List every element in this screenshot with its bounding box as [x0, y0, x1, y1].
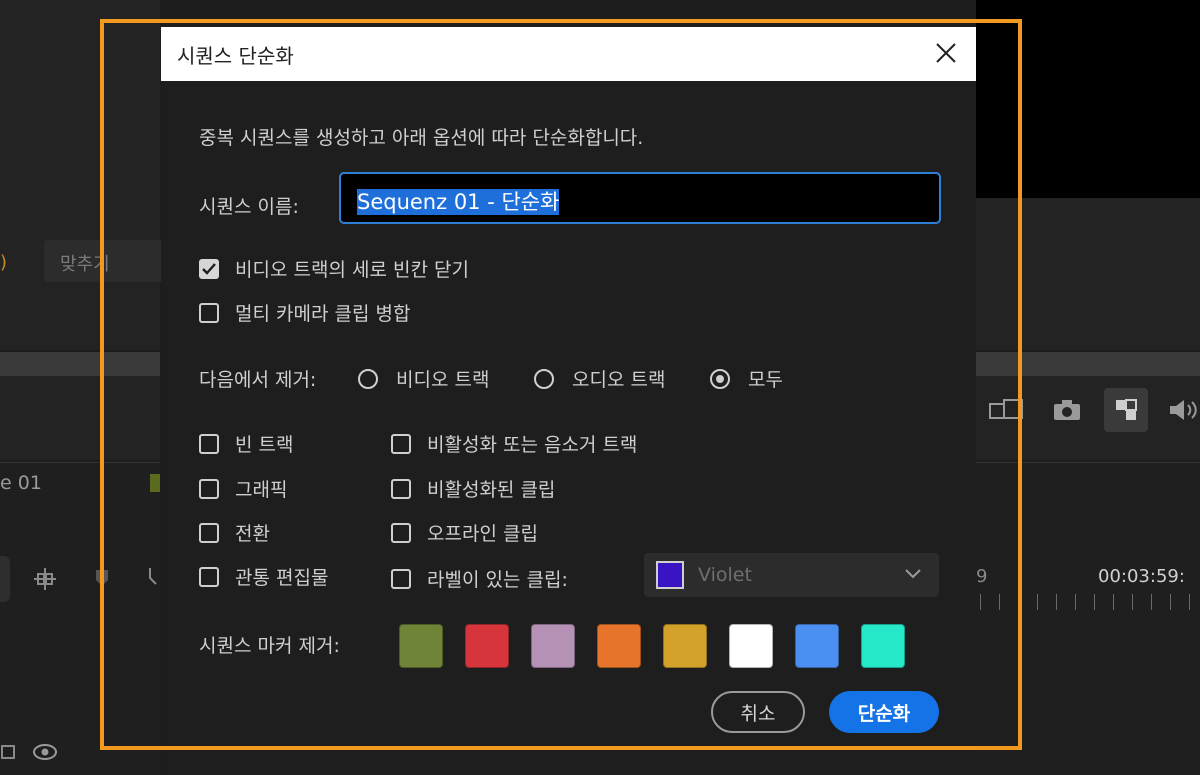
- offline-clips-label: 오프라인 클립: [427, 523, 538, 545]
- close-gaps-checkbox[interactable]: [199, 258, 219, 279]
- marker-icon[interactable]: [148, 564, 160, 594]
- scrub-bar-right[interactable]: [976, 352, 1200, 376]
- remove-from-label: 다음에서 제거:: [199, 369, 317, 391]
- merge-multicam-option[interactable]: 멀티 카메라 클립 병합: [199, 299, 410, 326]
- transitions-label: 전환: [235, 523, 270, 545]
- radio-selected-dot: [716, 374, 724, 383]
- disabled-muted-tracks-checkbox[interactable]: [391, 433, 411, 454]
- disabled-muted-tracks-option[interactable]: 비활성화 또는 음소거 트랙: [391, 430, 637, 457]
- offline-clips-option[interactable]: 오프라인 클립: [391, 519, 538, 546]
- marker-swatch-rose[interactable]: [531, 624, 575, 668]
- simplify-sequence-dialog: 시퀀스 단순화 중복 시퀀스를 생성하고 아래 옵션에 따라 단순화합니다. 시…: [161, 27, 976, 775]
- dialog-title: 시퀀스 단순화: [177, 43, 294, 68]
- label-color-value: Violet: [698, 564, 752, 586]
- marker-swatch-red[interactable]: [465, 624, 509, 668]
- radio-video-tracks-circle[interactable]: [358, 368, 378, 389]
- marker-swatch-orange[interactable]: [597, 624, 641, 668]
- scrub-bar-left[interactable]: [0, 352, 160, 376]
- eye-icon[interactable]: [32, 742, 58, 768]
- fit-dropdown[interactable]: 맞추기: [44, 240, 164, 282]
- monitor-toolbar-left: [0, 376, 160, 460]
- marker-swatch-blue[interactable]: [795, 624, 839, 668]
- merge-multicam-checkbox[interactable]: [199, 302, 219, 323]
- timecode-fragment: 9: [976, 566, 988, 587]
- time-ruler[interactable]: [980, 594, 1200, 610]
- timeline-tool-button[interactable]: [0, 556, 10, 602]
- marker-swatch-green[interactable]: [399, 624, 443, 668]
- sequence-name-value: Sequenz 01 - 단순화: [357, 189, 560, 215]
- through-edits-checkbox[interactable]: [199, 566, 219, 587]
- export-frame-icon[interactable]: [988, 396, 1026, 428]
- marker-swatch-yellow[interactable]: [663, 624, 707, 668]
- timeline-panel-right: [976, 462, 1200, 775]
- label-color-swatch: [656, 561, 684, 589]
- program-monitor-left: [0, 0, 160, 350]
- graphics-checkbox[interactable]: [199, 478, 219, 499]
- radio-all-label: 모두: [748, 369, 783, 391]
- close-icon: [936, 43, 956, 63]
- close-gaps-option[interactable]: 비디오 트랙의 세로 빈칸 닫기: [199, 255, 469, 282]
- transitions-checkbox[interactable]: [199, 522, 219, 543]
- disabled-clips-checkbox[interactable]: [391, 478, 411, 499]
- dialog-titlebar: 시퀀스 단순화: [161, 27, 976, 81]
- disabled-clips-label: 비활성화된 클립: [427, 479, 556, 501]
- volume-icon[interactable]: [1168, 398, 1200, 428]
- transitions-option[interactable]: 전환: [199, 519, 270, 546]
- labeled-clips-label: 라벨이 있는 클립:: [427, 569, 568, 591]
- camera-icon[interactable]: [1052, 398, 1082, 428]
- label-color-select[interactable]: Violet: [644, 553, 939, 597]
- program-monitor-lower: [976, 198, 1200, 350]
- close-button[interactable]: [930, 37, 962, 69]
- timecode-display: 00:03:59:: [1098, 566, 1185, 587]
- simplify-button[interactable]: 단순화: [829, 691, 939, 733]
- graphics-label: 그래픽: [235, 479, 288, 501]
- timeline-panel-left: [0, 462, 160, 775]
- radio-audio-tracks[interactable]: 오디오 트랙: [534, 365, 665, 392]
- track-sync-icon[interactable]: [0, 740, 18, 768]
- radio-video-tracks[interactable]: 비디오 트랙: [358, 365, 489, 392]
- labeled-clips-checkbox[interactable]: [391, 568, 411, 589]
- empty-tracks-label: 빈 트랙: [235, 434, 294, 456]
- merge-multicam-label: 멀티 카메라 클립 병합: [235, 303, 411, 325]
- through-edits-option[interactable]: 관통 편집물: [199, 563, 328, 590]
- linked-selection-icon[interactable]: [92, 566, 112, 596]
- dialog-description: 중복 시퀀스를 생성하고 아래 옵션에 따라 단순화합니다.: [199, 127, 644, 149]
- checkmark-icon: [202, 262, 216, 275]
- through-edits-label: 관통 편집물: [235, 567, 329, 589]
- offline-clips-checkbox[interactable]: [391, 522, 411, 543]
- empty-tracks-checkbox[interactable]: [199, 433, 219, 454]
- empty-tracks-option[interactable]: 빈 트랙: [199, 430, 293, 457]
- radio-video-tracks-label: 비디오 트랙: [396, 369, 490, 391]
- marker-swatch-cyan[interactable]: [861, 624, 905, 668]
- clip-marker: [150, 474, 160, 492]
- chevron-down-icon: [903, 563, 923, 588]
- disabled-clips-option[interactable]: 비활성화된 클립: [391, 475, 555, 502]
- graphics-option[interactable]: 그래픽: [199, 475, 287, 502]
- program-monitor-video: [976, 0, 1200, 198]
- radio-all[interactable]: 모두: [710, 365, 783, 392]
- radio-all-circle[interactable]: [710, 368, 730, 389]
- close-gaps-label: 비디오 트랙의 세로 빈칸 닫기: [235, 259, 469, 281]
- labeled-clips-option[interactable]: 라벨이 있는 클립:: [391, 565, 568, 592]
- radio-audio-tracks-circle[interactable]: [534, 368, 554, 389]
- remove-markers-label: 시퀀스 마커 제거:: [199, 635, 340, 657]
- cancel-button[interactable]: 취소: [711, 691, 805, 733]
- comparison-view-button[interactable]: [1104, 388, 1148, 432]
- sequence-name-input[interactable]: Sequenz 01 - 단순화: [339, 172, 941, 224]
- sequence-tab[interactable]: e 01: [0, 472, 42, 494]
- disabled-muted-tracks-label: 비활성화 또는 음소거 트랙: [427, 434, 638, 456]
- marker-swatch-white[interactable]: [729, 624, 773, 668]
- snap-icon[interactable]: [30, 566, 60, 598]
- sequence-name-label: 시퀀스 이름:: [199, 196, 299, 218]
- radio-audio-tracks-label: 오디오 트랙: [572, 369, 666, 391]
- orange-indicator: ): [0, 252, 8, 273]
